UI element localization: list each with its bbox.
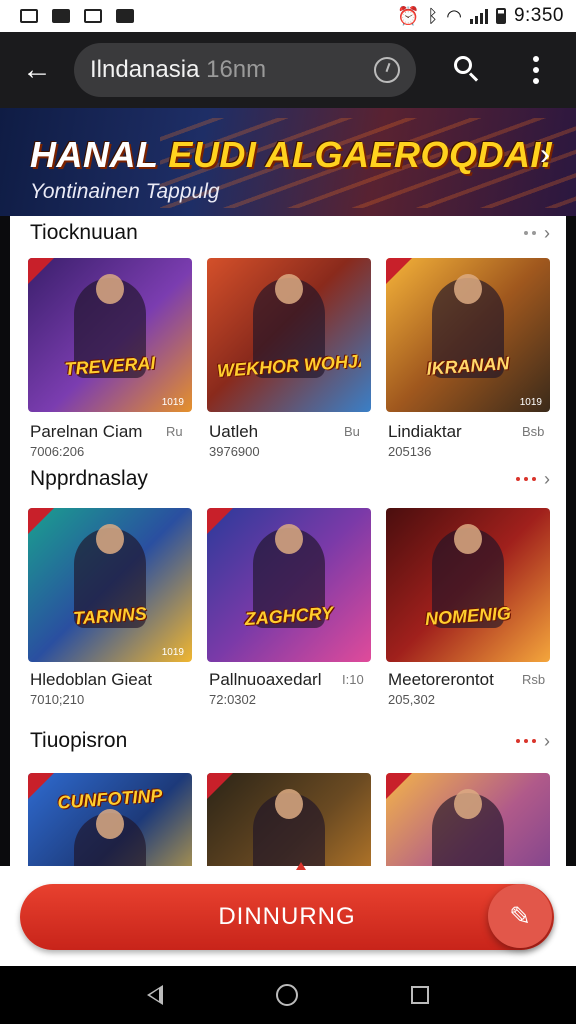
nav-back-icon[interactable]	[146, 985, 163, 1005]
game-title[interactable]: Parelnan Ciam	[30, 422, 142, 442]
game-tile[interactable]	[386, 773, 550, 866]
more-dots-icon	[516, 477, 536, 481]
game-count: 7010;210	[30, 692, 85, 707]
more-dots-icon	[516, 739, 536, 743]
game-side-label: Rsb	[522, 672, 546, 687]
clock-icon[interactable]	[374, 57, 400, 83]
system-icons: ⏰ ᛒ ◠ 9:350	[397, 5, 564, 27]
game-title[interactable]: Uatleh	[209, 422, 258, 442]
game-tile[interactable]: ZAGHCRY	[207, 508, 371, 662]
pencil-icon: ✎	[509, 900, 531, 931]
nav-home-icon[interactable]	[275, 984, 298, 1006]
notification-icon	[116, 9, 134, 23]
game-tile[interactable]	[207, 773, 371, 866]
notification-icon	[84, 9, 102, 23]
chevron-right-icon[interactable]: ›	[540, 138, 550, 172]
game-title[interactable]: Hledoblan Gieat	[30, 670, 152, 690]
main-action-button[interactable]: DINNURNG	[20, 884, 554, 950]
game-title[interactable]: Lindiaktar	[388, 422, 462, 442]
game-tile[interactable]: TARNNS 1019	[28, 508, 192, 662]
search-button[interactable]	[452, 54, 482, 84]
game-tile[interactable]: CUNFOTINP	[28, 773, 192, 866]
section-title: Npprdnaslay	[30, 467, 148, 490]
more-dots-icon	[524, 231, 536, 235]
notification-icon	[52, 9, 70, 23]
game-sections: Tiocknuuan › TREVERAI 1019 Parelnan Ciam…	[10, 216, 566, 866]
game-count: 205,302	[388, 692, 435, 707]
game-tile[interactable]: WEKHOR WOHJANS	[207, 258, 371, 412]
game-side-label: Ru	[166, 424, 183, 439]
chevron-right-icon: ›	[544, 730, 550, 751]
chevron-right-icon: ›	[544, 468, 550, 489]
chevron-right-icon: ›	[544, 222, 550, 243]
sheet-handle	[296, 862, 306, 870]
status-bar: ⏰ ᛒ ◠ 9:350	[0, 0, 576, 32]
back-button[interactable]: ←	[0, 32, 74, 108]
edit-fab[interactable]: ✎	[488, 884, 552, 948]
game-tile[interactable]: IKRANAN 1019	[386, 258, 550, 412]
game-title[interactable]: Meetorerontot	[388, 670, 494, 690]
section-header[interactable]: Tiocknuuan ›	[30, 218, 550, 248]
banner-subtitle: Yontinainen Tappulg	[30, 180, 220, 203]
game-count: 72:0302	[209, 692, 256, 707]
bottom-action-area: DINNURNG ✎	[0, 862, 576, 966]
game-title[interactable]: Pallnuoaxedarl	[209, 670, 321, 690]
search-query: Ilndanasia 16nm	[90, 56, 266, 84]
section-header[interactable]: Tiuopisron ›	[30, 726, 550, 756]
status-time: 9:350	[513, 5, 564, 26]
search-text: Ilndanasia	[90, 56, 200, 83]
section-header[interactable]: Npprdnaslay ›	[30, 464, 550, 494]
section-title: Tiuopisron	[30, 729, 128, 752]
promo-banner[interactable]: HANAL EUDI ALGAEROQDAI! Yontinainen Tapp…	[0, 108, 576, 216]
search-hint: 16nm	[206, 56, 267, 83]
nav-recent-icon[interactable]	[411, 986, 430, 1004]
battery-icon	[495, 8, 506, 24]
main-action-label: DINNURNG	[218, 903, 356, 930]
game-tile[interactable]: NOMENIG	[386, 508, 550, 662]
banner-title: HANAL EUDI ALGAEROQDAI!	[30, 134, 554, 175]
game-side-label: Bu	[344, 424, 360, 439]
section-title: Tiocknuuan	[30, 221, 138, 244]
bluetooth-icon: ᛒ	[427, 5, 439, 26]
search-field[interactable]: Ilndanasia 16nm	[74, 43, 416, 97]
system-nav-bar	[0, 966, 576, 1024]
alarm-icon: ⏰	[397, 5, 420, 26]
game-tile[interactable]: TREVERAI 1019	[28, 258, 192, 412]
wifi-icon: ◠	[446, 5, 462, 26]
game-count: 3976900	[209, 444, 260, 459]
more-options-button[interactable]	[524, 52, 548, 88]
character-art	[432, 789, 504, 866]
more-vert-icon	[533, 56, 539, 62]
notification-icon	[20, 9, 38, 23]
game-side-label: Bsb	[522, 424, 545, 439]
game-count: 205136	[388, 444, 432, 459]
character-art	[74, 809, 146, 866]
top-app-bar: ← Ilndanasia 16nm	[0, 32, 576, 108]
game-side-label: I:10	[342, 672, 364, 687]
back-arrow-icon: ←	[22, 53, 52, 86]
search-icon	[454, 56, 472, 74]
character-art	[253, 789, 325, 866]
game-count: 7006:206	[30, 444, 85, 459]
signal-icon	[469, 8, 488, 24]
notification-icons	[20, 9, 134, 23]
